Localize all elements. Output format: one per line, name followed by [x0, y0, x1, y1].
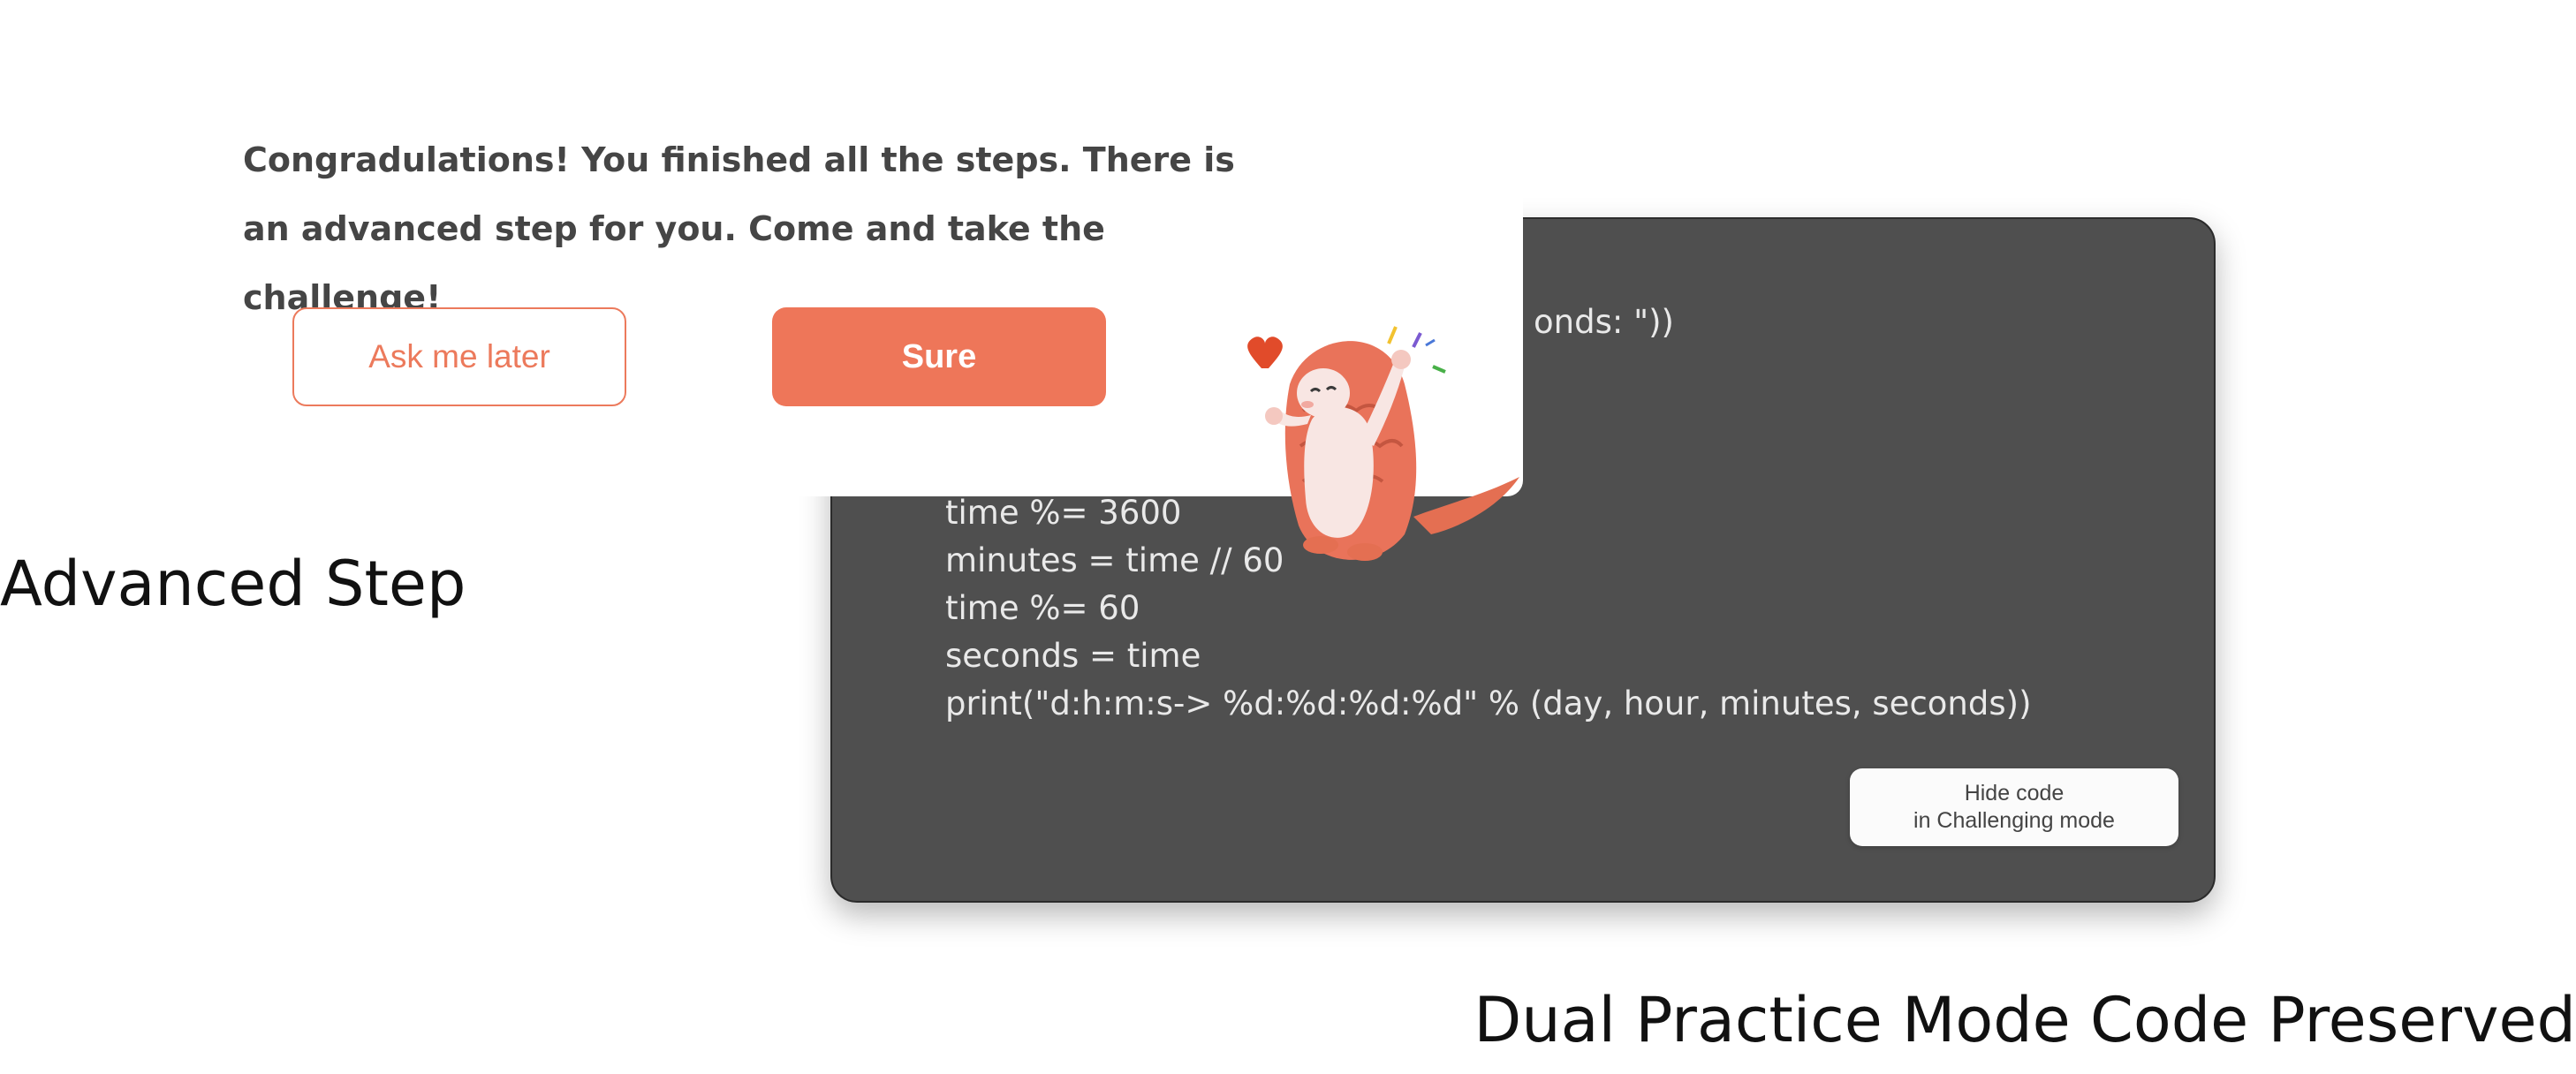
code-line: minutes = time // 60 [945, 541, 1284, 579]
sure-button[interactable]: Sure [772, 307, 1106, 406]
code-line: time %= 3600 [945, 494, 1182, 532]
hide-code-button[interactable]: Hide code in Challenging mode [1850, 768, 2178, 846]
hide-code-label-2: in Challenging mode [1913, 808, 2115, 833]
heart-icon [1247, 337, 1283, 368]
ask-me-later-button[interactable]: Ask me later [292, 307, 626, 406]
popup-message: Congradulations! You finished all the st… [243, 140, 1235, 317]
code-line: time %= 60 [945, 589, 1140, 627]
code-line: seconds = time [945, 637, 1201, 675]
hide-code-label-1: Hide code [1964, 781, 2065, 806]
code-line-partial: onds: ")) [1534, 303, 1674, 341]
dual-practice-caption: Dual Practice Mode Code Preserved [1474, 984, 2576, 1056]
advanced-step-caption: Advanced Step [0, 548, 466, 620]
pangolin-mascot-icon [1247, 326, 1519, 561]
code-line: print("d:h:m:s-> %d:%d:%d:%d" % (day, ho… [945, 684, 2032, 722]
